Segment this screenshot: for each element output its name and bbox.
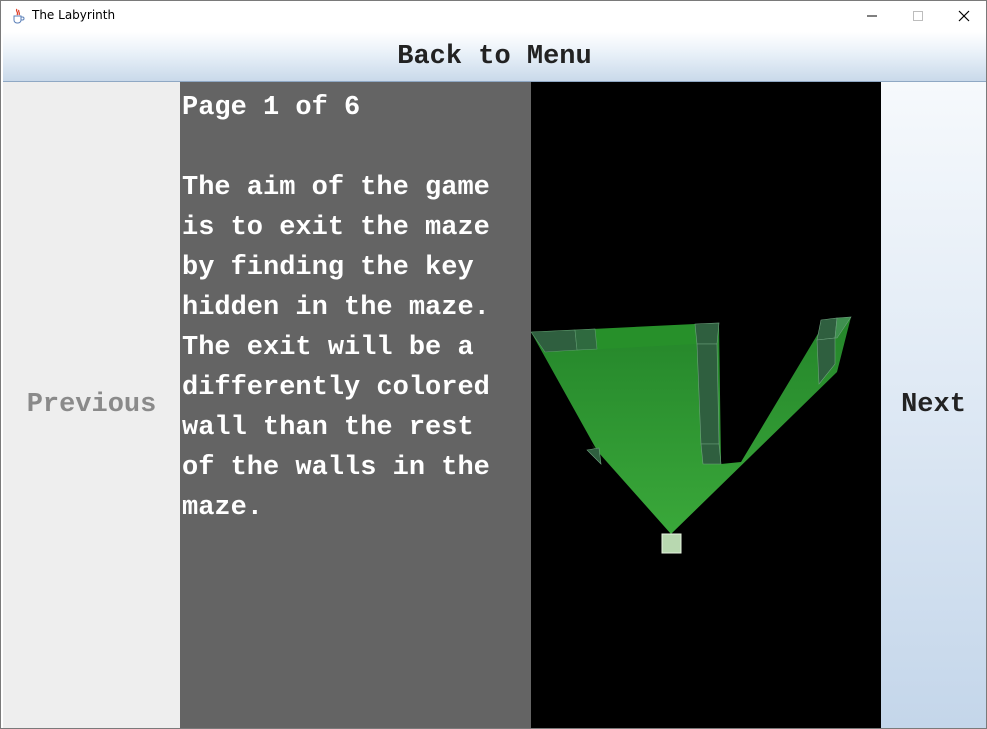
title-bar[interactable]: The Labyrinth: [1, 1, 986, 31]
maze-preview: [531, 82, 881, 728]
instructions-panel: Page 1 of 6 The aim of the game is to ex…: [180, 82, 531, 728]
instruction-line: differently colored: [182, 373, 490, 403]
minimize-icon: [867, 15, 877, 17]
maze-wall: [700, 443, 722, 465]
maze-wall: [694, 322, 720, 345]
maximize-icon: [913, 11, 923, 21]
instruction-line: wall than the rest: [182, 413, 474, 443]
instruction-line: hidden in the maze.: [182, 293, 490, 323]
instruction-line: The exit will be a: [182, 333, 474, 363]
maze-wall: [574, 328, 598, 351]
player-marker: [661, 533, 682, 554]
app-window: The Labyrinth Back to Menu Previous Page…: [0, 0, 987, 729]
maze-wall: [586, 447, 602, 465]
instruction-line: is to exit the maze: [182, 213, 490, 243]
previous-button[interactable]: Previous: [3, 82, 180, 728]
instruction-line: of the walls in the: [182, 453, 490, 483]
back-to-menu-button[interactable]: Back to Menu: [3, 32, 986, 82]
instruction-line: maze.: [182, 493, 264, 523]
instruction-line: The aim of the game: [182, 173, 490, 203]
java-cup-icon: [11, 8, 25, 24]
close-icon: [958, 10, 970, 22]
window-title: The Labyrinth: [32, 8, 116, 22]
next-button[interactable]: Next: [881, 82, 986, 728]
close-button[interactable]: [941, 1, 986, 31]
maximize-button[interactable]: [895, 1, 941, 31]
page-indicator: Page 1 of 6: [182, 93, 361, 123]
maze-wall: [816, 317, 838, 341]
maze-illustration: [531, 316, 852, 554]
maze-wall: [531, 329, 578, 353]
minimize-button[interactable]: [849, 1, 895, 31]
instruction-line: by finding the key: [182, 253, 474, 283]
maze-wall: [696, 343, 720, 445]
